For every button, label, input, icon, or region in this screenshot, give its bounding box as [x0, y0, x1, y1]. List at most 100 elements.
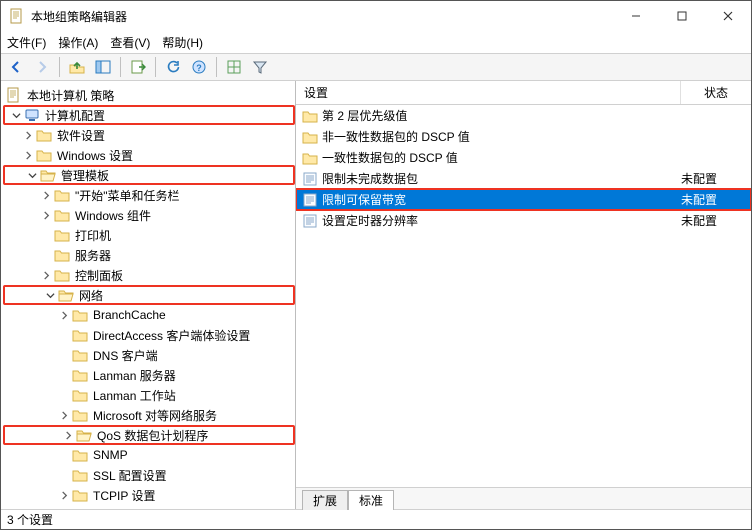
menu-action[interactable]: 操作(A) — [58, 34, 98, 51]
settings-list[interactable]: 第 2 层优先级值非一致性数据包的 DSCP 值一致性数据包的 DSCP 值限制… — [296, 105, 751, 487]
list-item-name: 限制可保留带宽 — [322, 191, 681, 208]
help-button[interactable] — [188, 56, 210, 78]
filter-icon — [252, 59, 268, 75]
toolbar — [1, 53, 751, 81]
folder-icon — [72, 307, 88, 323]
expand-toggle[interactable] — [39, 188, 53, 202]
list-row[interactable]: 一致性数据包的 DSCP 值 — [296, 147, 751, 168]
folder-icon — [302, 129, 318, 145]
tree-tcpip[interactable]: TCPIP 设置 — [1, 485, 295, 505]
tab-standard[interactable]: 标准 — [348, 490, 394, 510]
show-pane-button[interactable] — [92, 56, 114, 78]
tree-control-panel[interactable]: 控制面板 — [1, 265, 295, 285]
folder-icon — [72, 407, 88, 423]
chevron-right-icon — [64, 431, 73, 440]
list-row[interactable]: 第 2 层优先级值 — [296, 105, 751, 126]
toolbar-separator — [155, 57, 156, 77]
folder-icon — [72, 487, 88, 503]
tree-snmp[interactable]: SNMP — [1, 445, 295, 465]
filter-button[interactable] — [249, 56, 271, 78]
list-item-name: 一致性数据包的 DSCP 值 — [322, 149, 681, 166]
expand-toggle[interactable] — [39, 268, 53, 282]
expand-toggle[interactable] — [39, 208, 53, 222]
folder-icon — [72, 367, 88, 383]
column-headers: 设置 状态 — [296, 81, 751, 105]
expand-toggle[interactable] — [21, 148, 35, 162]
folder-icon — [54, 247, 70, 263]
menu-file[interactable]: 文件(F) — [7, 34, 46, 51]
tree-label: 本地计算机 策略 — [26, 87, 115, 104]
tree-branchcache[interactable]: BranchCache — [1, 305, 295, 325]
maximize-icon — [677, 11, 687, 21]
folder-icon — [302, 108, 318, 124]
tree-dns-client[interactable]: DNS 客户端 — [1, 345, 295, 365]
tree-start-taskbar[interactable]: "开始"菜单和任务栏 — [1, 185, 295, 205]
menu-view[interactable]: 查看(V) — [110, 34, 150, 51]
tree-windows-settings[interactable]: Windows 设置 — [1, 145, 295, 165]
list-row[interactable]: 非一致性数据包的 DSCP 值 — [296, 126, 751, 147]
folder-icon — [72, 327, 88, 343]
expand-toggle[interactable] — [61, 428, 75, 442]
tree-printers[interactable]: 打印机 — [1, 225, 295, 245]
tree-network[interactable]: 网络 — [3, 285, 295, 305]
expand-toggle[interactable] — [57, 308, 71, 322]
folder-icon — [72, 347, 88, 363]
column-state[interactable]: 状态 — [681, 81, 751, 104]
folder-icon — [54, 207, 70, 223]
arrow-right-icon — [34, 59, 50, 75]
expand-toggle[interactable] — [9, 108, 23, 122]
toolbar-separator — [59, 57, 60, 77]
tab-extended[interactable]: 扩展 — [302, 490, 348, 510]
tree-label: 服务器 — [74, 247, 112, 264]
up-button[interactable] — [66, 56, 88, 78]
expand-toggle[interactable] — [57, 488, 71, 502]
pc-icon — [24, 107, 40, 123]
tree-software-settings[interactable]: 软件设置 — [1, 125, 295, 145]
folder-icon — [72, 467, 88, 483]
tree-windows-components[interactable]: Windows 组件 — [1, 205, 295, 225]
doc-icon — [6, 87, 22, 103]
tree-computer-config[interactable]: 计算机配置 — [3, 105, 295, 125]
tree-directaccess[interactable]: DirectAccess 客户端体验设置 — [1, 325, 295, 345]
minimize-button[interactable] — [613, 1, 659, 31]
chevron-right-icon — [42, 191, 51, 200]
tree-lanman-workstation[interactable]: Lanman 工作站 — [1, 385, 295, 405]
expand-toggle[interactable] — [25, 168, 39, 182]
tree-label: 网络 — [78, 287, 104, 304]
tabs-bar: 扩展 标准 — [296, 487, 751, 509]
tree-label: DNS 客户端 — [92, 347, 159, 364]
title-bar[interactable]: 本地组策略编辑器 — [1, 1, 751, 31]
expand-toggle[interactable] — [21, 128, 35, 142]
tree-root[interactable]: 本地计算机 策略 — [1, 85, 295, 105]
tree-lanman-server[interactable]: Lanman 服务器 — [1, 365, 295, 385]
close-button[interactable] — [705, 1, 751, 31]
expand-toggle[interactable] — [57, 408, 71, 422]
forward-button[interactable] — [31, 56, 53, 78]
tree-label: QoS 数据包计划程序 — [96, 427, 209, 444]
tree-servers[interactable]: 服务器 — [1, 245, 295, 265]
tree-qos[interactable]: QoS 数据包计划程序 — [3, 425, 295, 445]
column-setting[interactable]: 设置 — [296, 81, 681, 104]
back-button[interactable] — [5, 56, 27, 78]
menu-help[interactable]: 帮助(H) — [162, 34, 203, 51]
tree-pane[interactable]: 本地计算机 策略 计算机配置 — [1, 81, 296, 509]
status-text: 3 个设置 — [7, 511, 53, 528]
refresh-button[interactable] — [162, 56, 184, 78]
folder-icon — [54, 267, 70, 283]
toolbar-separator — [216, 57, 217, 77]
tree-label: Windows 组件 — [74, 207, 152, 224]
list-row[interactable]: 设置定时器分辨率未配置 — [296, 210, 751, 231]
list-row[interactable]: 限制可保留带宽未配置 — [296, 189, 751, 210]
tree-ssl-config[interactable]: SSL 配置设置 — [1, 465, 295, 485]
chevron-right-icon — [24, 151, 33, 160]
expand-toggle[interactable] — [43, 288, 57, 302]
all-settings-button[interactable] — [223, 56, 245, 78]
tree-ms-p2p[interactable]: Microsoft 对等网络服务 — [1, 405, 295, 425]
arrow-left-icon — [8, 59, 24, 75]
export-button[interactable] — [127, 56, 149, 78]
folder-icon — [302, 150, 318, 166]
chevron-right-icon — [60, 491, 69, 500]
tree-admin-templates[interactable]: 管理模板 — [3, 165, 295, 185]
list-row[interactable]: 限制未完成数据包未配置 — [296, 168, 751, 189]
maximize-button[interactable] — [659, 1, 705, 31]
